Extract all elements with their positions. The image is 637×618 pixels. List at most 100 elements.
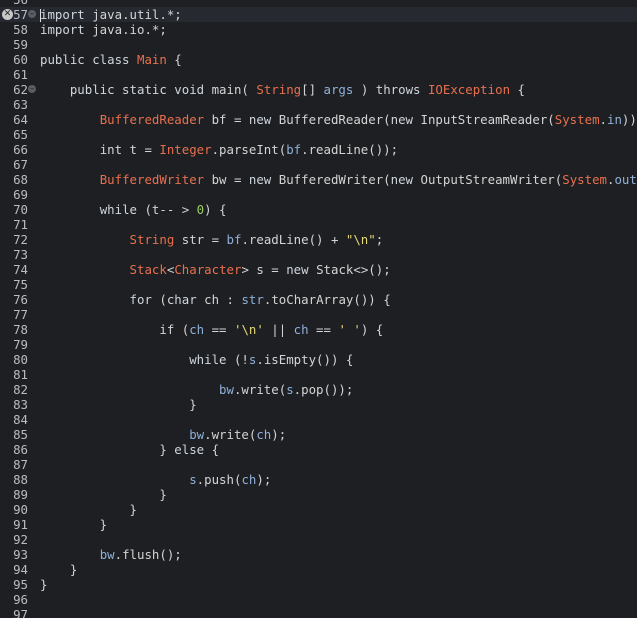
code-line[interactable]: public static void main( String[] args )… (36, 82, 637, 97)
code-line[interactable] (36, 307, 637, 322)
code-line[interactable]: import java.io.*; (36, 22, 637, 37)
line-number: 97 (13, 607, 28, 618)
code-token: ch : (204, 292, 242, 307)
code-line[interactable]: BufferedWriter bw = new BufferedWriter(n… (36, 172, 637, 187)
code-line[interactable] (36, 412, 637, 427)
code-line[interactable] (36, 277, 637, 292)
code-line-text: while (t-- > 0) { (40, 202, 227, 217)
code-line[interactable]: public class Main { (36, 52, 637, 67)
code-line-text: public class Main { (40, 52, 182, 67)
gutter-row: 64 (0, 112, 36, 127)
code-line-text: Stack<Character> s = new Stack<>(); (40, 262, 391, 277)
gutter-row: 59 (0, 37, 36, 52)
code-line[interactable] (36, 607, 637, 618)
code-token: .push( (196, 472, 242, 487)
code-line[interactable]: String str = bf.readLine() + "\n"; (36, 232, 637, 247)
code-token: in (607, 112, 622, 127)
code-line[interactable]: int t = Integer.parseInt(bf.readLine()); (36, 142, 637, 157)
line-number: 67 (13, 157, 28, 172)
code-line[interactable]: bw.write(s.pop()); (36, 382, 637, 397)
code-line[interactable] (36, 592, 637, 607)
code-token: str (241, 292, 264, 307)
gutter-row: 72 (0, 232, 36, 247)
code-token: bw (99, 547, 115, 562)
code-token: == (308, 322, 339, 337)
code-token: .write( (204, 427, 257, 442)
code-line[interactable]: } (36, 577, 637, 592)
code-token: import (40, 7, 85, 22)
line-number: 83 (13, 397, 28, 412)
fold-toggle-icon[interactable]: − (28, 85, 36, 93)
gutter-row: 79 (0, 337, 36, 352)
code-line[interactable] (36, 532, 637, 547)
code-text-area[interactable]: import java.util.*; import java.io.*; publ… (36, 0, 637, 618)
line-number: 73 (13, 247, 28, 262)
gutter-row: 69 (0, 187, 36, 202)
code-line[interactable]: } (36, 562, 637, 577)
gutter-row: 75 (0, 277, 36, 292)
code-line[interactable] (36, 67, 637, 82)
code-token: new (248, 112, 279, 127)
code-line[interactable]: } (36, 517, 637, 532)
code-line[interactable]: while (!s.isEmpty()) { (36, 352, 637, 367)
gutter-row: 93 (0, 547, 36, 562)
line-number: 79 (13, 337, 28, 352)
code-line[interactable] (36, 367, 637, 382)
code-line[interactable]: Stack<Character> s = new Stack<>(); (36, 262, 637, 277)
fold-toggle-icon[interactable]: − (28, 10, 36, 18)
code-line-text: bw.write(s.pop()); (40, 382, 353, 397)
code-token: new (286, 262, 317, 277)
code-editor[interactable]: 5657✕−5859606162−63646566676869707172737… (0, 0, 637, 618)
gutter-row: 76 (0, 292, 36, 307)
error-marker-icon[interactable]: ✕ (2, 9, 13, 20)
code-line-text: int t = Integer.parseInt(bf.readLine()); (40, 142, 398, 157)
code-line-text: s.push(ch); (40, 472, 271, 487)
code-line[interactable]: } (36, 397, 637, 412)
line-number: 60 (13, 52, 28, 67)
code-line[interactable] (36, 217, 637, 232)
code-line-text: } (40, 562, 77, 577)
code-line[interactable]: } else { (36, 442, 637, 457)
code-token: ) { (204, 202, 227, 217)
code-line[interactable]: import java.util.*; (36, 7, 637, 22)
code-line[interactable]: bw.flush(); (36, 547, 637, 562)
gutter-row: 68 (0, 172, 36, 187)
code-line[interactable] (36, 0, 637, 7)
code-line[interactable]: s.push(ch); (36, 472, 637, 487)
code-line-text: import java.util.*; (40, 7, 182, 22)
code-line[interactable] (36, 457, 637, 472)
line-number: 62 (13, 82, 28, 97)
code-token: } (40, 562, 78, 577)
gutter-row: 88 (0, 472, 36, 487)
code-line[interactable]: } (36, 502, 637, 517)
code-line[interactable] (36, 187, 637, 202)
code-line[interactable] (36, 97, 637, 112)
code-line[interactable]: if (ch == '\n' || ch == ' ') { (36, 322, 637, 337)
code-line[interactable]: bw.write(ch); (36, 427, 637, 442)
code-line[interactable] (36, 247, 637, 262)
line-number: 58 (13, 22, 28, 37)
code-line-text: } (40, 487, 166, 502)
code-line-text: if (ch == '\n' || ch == ' ') { (40, 322, 383, 337)
code-line[interactable]: for (char ch : str.toCharArray()) { (36, 292, 637, 307)
code-line[interactable]: while (t-- > 0) { (36, 202, 637, 217)
code-line[interactable] (36, 337, 637, 352)
code-token: > s = (241, 262, 287, 277)
gutter-row: 61 (0, 67, 36, 82)
code-line[interactable] (36, 127, 637, 142)
code-line[interactable]: BufferedReader bf = new BufferedReader(n… (36, 112, 637, 127)
line-number: 63 (13, 97, 28, 112)
code-line-text: bw.flush(); (40, 547, 182, 562)
code-line[interactable] (36, 37, 637, 52)
code-token: main( (211, 82, 257, 97)
code-token: s (286, 382, 294, 397)
code-token: "\n" (345, 232, 376, 247)
code-token: new (390, 112, 421, 127)
code-line[interactable] (36, 157, 637, 172)
gutter-row: 84 (0, 412, 36, 427)
code-token: .isEmpty()) { (256, 352, 354, 367)
code-line[interactable]: } (36, 487, 637, 502)
code-line-text: } else { (40, 442, 219, 457)
